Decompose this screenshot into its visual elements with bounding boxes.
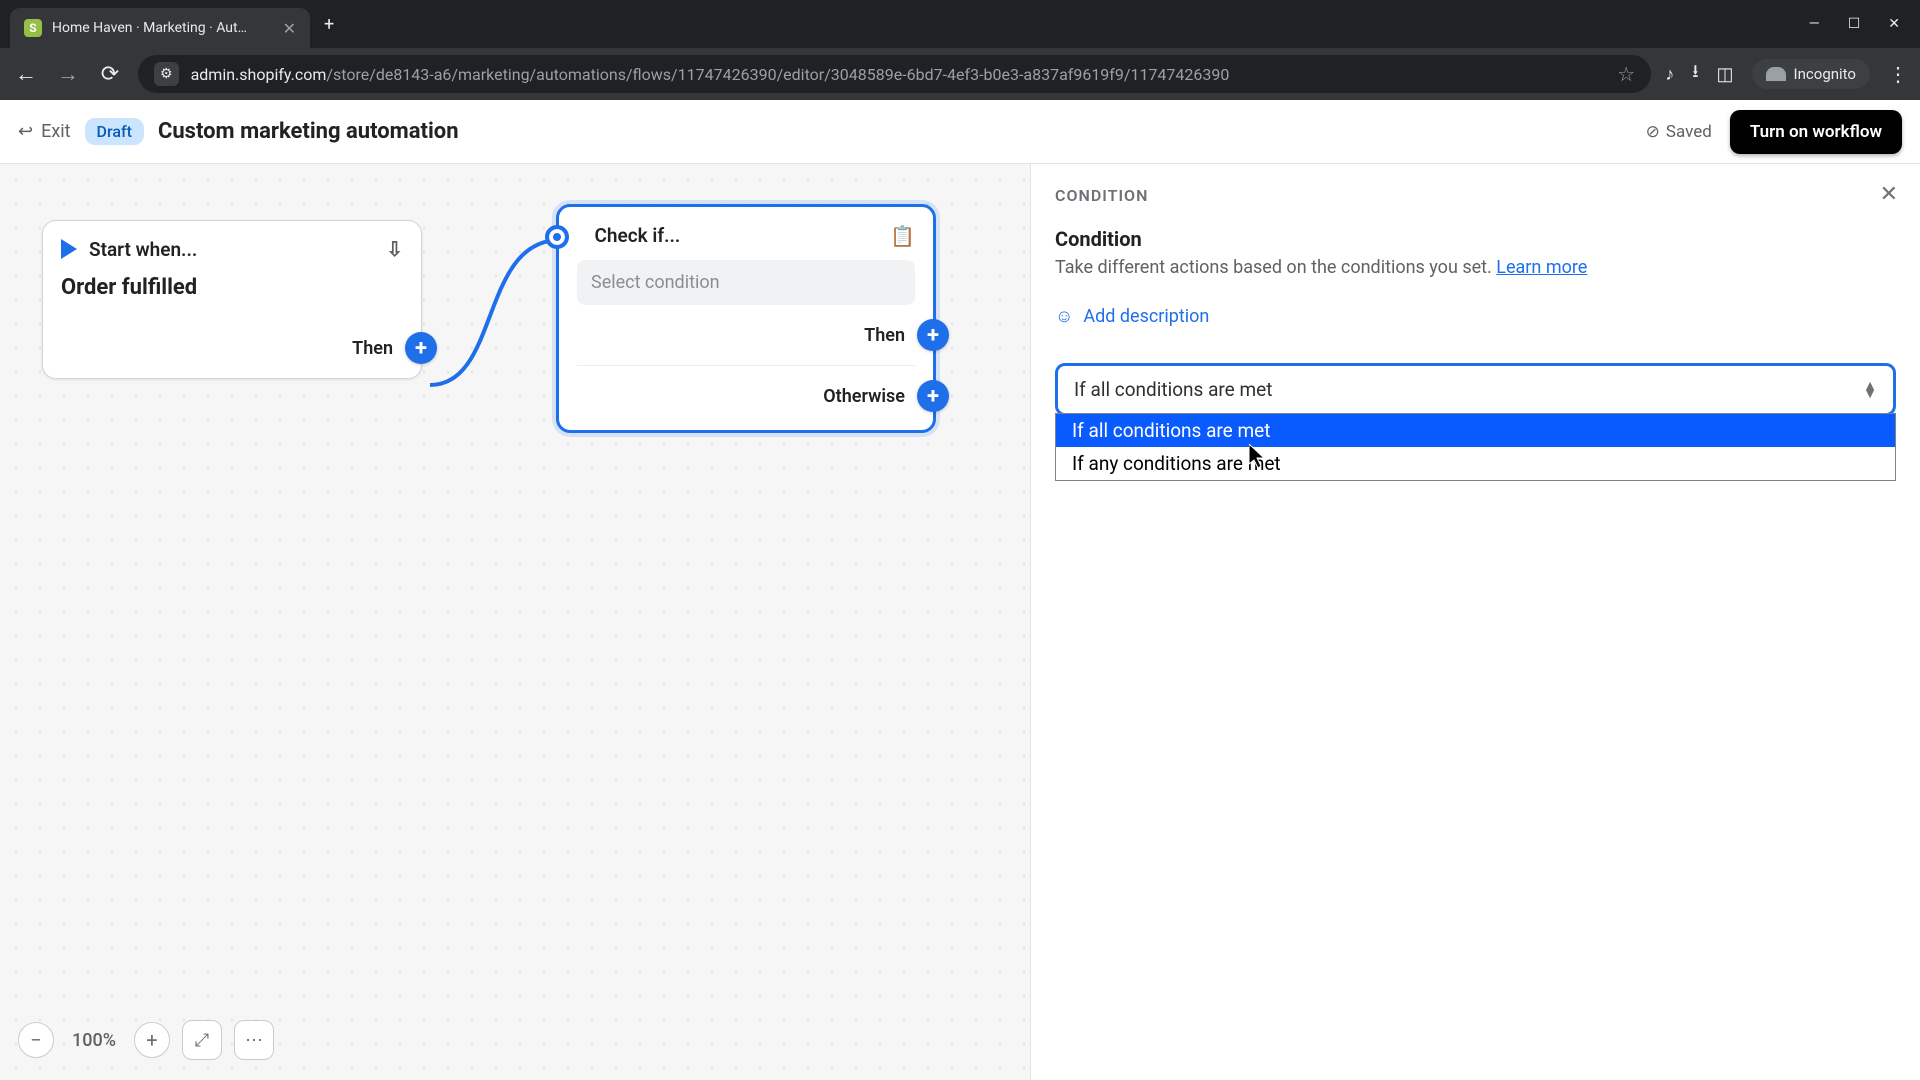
updown-icon: ▲▼	[1863, 382, 1877, 398]
add-description-label: Add description	[1083, 306, 1209, 327]
tab-strip: S Home Haven · Marketing · Aut… ✕ + ― ☐ …	[0, 0, 1920, 48]
exit-button[interactable]: ↩ Exit	[18, 121, 71, 142]
panel-title: Condition	[1055, 227, 1896, 251]
media-icon[interactable]: ♪	[1665, 64, 1674, 85]
smiley-icon: ☺	[1055, 306, 1073, 327]
incognito-chip[interactable]: Incognito	[1752, 59, 1870, 89]
url-text: admin.shopify.com/store/de8143-a6/market…	[191, 65, 1230, 84]
zoom-out-button[interactable]: −	[18, 1022, 54, 1058]
condition-node-header: Check if... 📋	[577, 223, 915, 248]
menu-kebab-icon[interactable]: ⋮	[1888, 62, 1908, 86]
start-node-then-port: Then +	[61, 318, 403, 378]
condition-node[interactable]: Check if... 📋 Select condition Then + Ot…	[556, 204, 936, 433]
close-window-icon[interactable]: ✕	[1888, 16, 1900, 32]
add-otherwise-button[interactable]: +	[917, 380, 949, 412]
url-bar[interactable]: ⚙ admin.shopify.com/store/de8143-a6/mark…	[138, 55, 1651, 93]
maximize-icon[interactable]: ☐	[1848, 16, 1861, 32]
flow-canvas[interactable]: Start when... ⇩ Order fulfilled Then +	[0, 164, 1030, 1080]
new-tab-button[interactable]: +	[324, 14, 334, 35]
browser-chrome: S Home Haven · Marketing · Aut… ✕ + ― ☐ …	[0, 0, 1920, 100]
browser-tab[interactable]: S Home Haven · Marketing · Aut… ✕	[10, 8, 310, 48]
node-input-port[interactable]	[545, 225, 569, 249]
turn-on-workflow-button[interactable]: Turn on workflow	[1730, 110, 1902, 154]
tab-close-icon[interactable]: ✕	[283, 19, 296, 38]
add-description-button[interactable]: ☺ Add description	[1055, 306, 1896, 327]
start-node-subtitle: Order fulfilled	[61, 275, 403, 318]
app-header: ↩ Exit Draft Custom marketing automation…	[0, 100, 1920, 164]
play-icon	[61, 239, 77, 259]
condition-type-select: If all conditions are met ▲▼ If all cond…	[1055, 363, 1896, 481]
condition-node-title: Check if...	[594, 224, 680, 247]
back-icon[interactable]: ←	[12, 61, 40, 87]
shopify-favicon: S	[24, 19, 42, 37]
toolbar-right: ♪ ⭳ ◫ Incognito ⋮	[1665, 59, 1908, 89]
incognito-icon	[1766, 67, 1786, 81]
browser-toolbar: ← → ⟳ ⚙ admin.shopify.com/store/de8143-a…	[0, 48, 1920, 100]
draft-badge: Draft	[85, 118, 144, 145]
selected-value: If all conditions are met	[1074, 378, 1272, 401]
saved-indicator: ⊘ Saved	[1646, 122, 1712, 142]
condition-otherwise-port: Otherwise +	[577, 365, 915, 426]
start-node-title: Start when...	[89, 238, 197, 261]
learn-more-link[interactable]: Learn more	[1496, 257, 1587, 278]
panel-close-icon[interactable]: ✕	[1880, 182, 1898, 207]
clipboard-check-icon[interactable]: 📋	[890, 224, 915, 248]
window-controls: ― ☐ ✕	[1809, 16, 1920, 32]
then-label: Then	[864, 325, 905, 346]
more-options-button[interactable]: ⋯	[234, 1020, 274, 1060]
forward-icon[interactable]: →	[54, 61, 82, 87]
side-panel-icon[interactable]: ◫	[1717, 64, 1734, 85]
import-icon[interactable]: ⇩	[386, 237, 403, 261]
workspace: Start when... ⇩ Order fulfilled Then +	[0, 164, 1920, 1080]
reload-icon[interactable]: ⟳	[96, 62, 124, 87]
add-then-button[interactable]: +	[917, 319, 949, 351]
condition-then-port: Then +	[577, 305, 915, 365]
download-icon[interactable]: ⭳	[1692, 59, 1698, 89]
option-all-conditions[interactable]: If all conditions are met	[1056, 414, 1895, 447]
start-node[interactable]: Start when... ⇩ Order fulfilled Then +	[42, 220, 422, 379]
fit-view-button[interactable]: ⤢	[182, 1020, 222, 1060]
site-settings-icon[interactable]: ⚙	[154, 62, 179, 86]
start-node-header: Start when... ⇩	[61, 237, 403, 261]
check-circle-icon: ⊘	[1646, 122, 1660, 142]
app-root: ↩ Exit Draft Custom marketing automation…	[0, 100, 1920, 1080]
zoom-value: 100%	[66, 1030, 122, 1051]
zoom-controls: − 100% + ⤢ ⋯	[18, 1020, 274, 1060]
clipboard-icon	[577, 223, 582, 248]
tab-title: Home Haven · Marketing · Aut…	[52, 20, 273, 36]
incognito-label: Incognito	[1794, 65, 1856, 83]
condition-panel: CONDITION ✕ Condition Take different act…	[1030, 164, 1920, 1080]
exit-label: Exit	[41, 121, 70, 142]
panel-description: Take different actions based on the cond…	[1055, 257, 1896, 278]
option-any-conditions[interactable]: If any conditions are met	[1056, 447, 1895, 480]
bookmark-star-icon[interactable]: ☆	[1617, 62, 1635, 86]
select-condition-field[interactable]: Select condition	[577, 260, 915, 305]
header-right: ⊘ Saved Turn on workflow	[1646, 110, 1902, 154]
add-then-button[interactable]: +	[405, 332, 437, 364]
otherwise-label: Otherwise	[823, 386, 905, 407]
saved-label: Saved	[1666, 122, 1712, 142]
zoom-in-button[interactable]: +	[134, 1022, 170, 1058]
panel-eyebrow: CONDITION	[1055, 186, 1896, 205]
select-dropdown: If all conditions are met If any conditi…	[1055, 413, 1896, 481]
exit-arrow-icon: ↩	[18, 121, 33, 142]
then-label: Then	[352, 338, 393, 359]
minimize-icon[interactable]: ―	[1809, 16, 1820, 32]
workflow-title: Custom marketing automation	[158, 119, 459, 144]
select-box[interactable]: If all conditions are met ▲▼	[1055, 363, 1896, 416]
